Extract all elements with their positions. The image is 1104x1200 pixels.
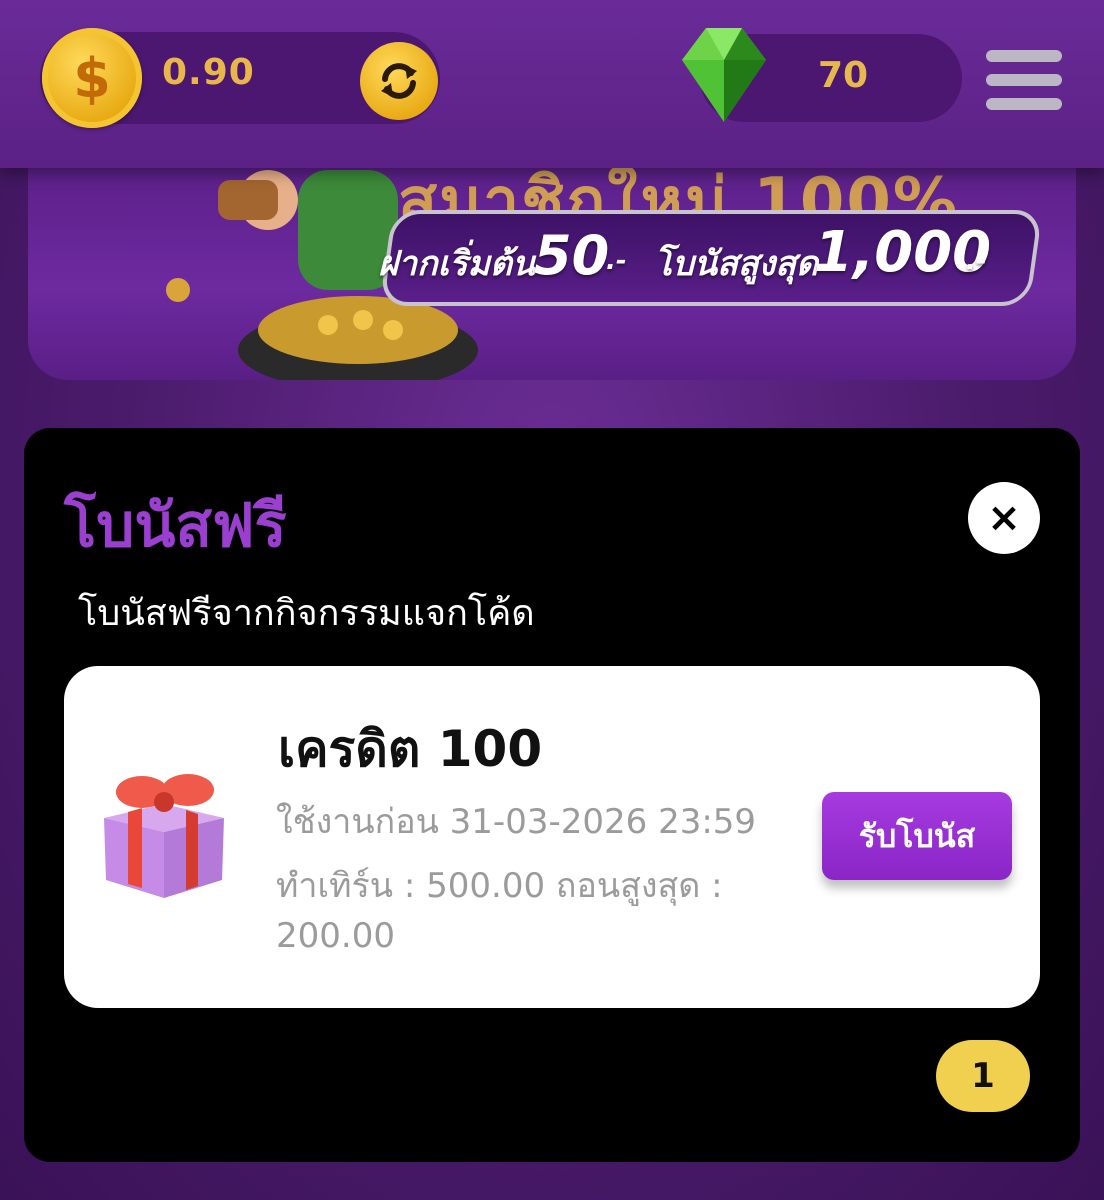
refresh-button[interactable] — [360, 42, 438, 120]
hamburger-menu-icon — [986, 74, 1062, 86]
max-bonus-label: โบนัสสูงสุด — [654, 244, 819, 284]
bonus-max-withdraw: 200.00 — [276, 916, 395, 956]
hamburger-menu-icon — [986, 98, 1062, 110]
gift-icon — [104, 774, 224, 898]
hamburger-menu-button[interactable] — [986, 46, 1062, 116]
refresh-icon — [381, 63, 417, 99]
bonus-expiry: ใช้งานก่อน 31-03-2026 23:59 — [276, 802, 757, 842]
deposit-value: 50 — [534, 224, 610, 287]
page-number-badge[interactable]: 1 — [936, 1040, 1030, 1112]
promo-banner[interactable]: สมาชิกใหม่ 100% ฝากเริ่มต้น 50 .- โบนัสส… — [28, 150, 1076, 380]
max-bonus-suffix: .- — [966, 246, 987, 276]
gem-value: 70 — [818, 55, 869, 96]
coin-icon: $ — [42, 28, 142, 128]
hamburger-menu-icon — [986, 50, 1062, 62]
modal-title: โบนัสฟรี — [64, 491, 287, 561]
close-button[interactable]: × — [968, 482, 1040, 554]
coin-symbol: $ — [73, 46, 111, 110]
deposit-label: ฝากเริ่มต้น — [378, 244, 536, 284]
close-icon: × — [987, 495, 1021, 541]
deposit-suffix: .- — [606, 246, 627, 276]
gem-icon — [682, 28, 766, 122]
bonus-title: เครดิต 100 — [278, 720, 543, 778]
bonus-turnover: ทำเทิร์น : 500.00 ถอนสูงสุด : — [276, 866, 723, 906]
max-bonus-value: 1,000 — [814, 220, 992, 285]
modal-subtitle: โบนัสฟรีจากกิจกรรมแจกโค้ด — [78, 593, 535, 634]
claim-bonus-button[interactable]: รับโบนัส — [822, 792, 1012, 880]
top-bar: $ 0.90 70 — [0, 0, 1104, 168]
balance-value: 0.90 — [162, 52, 255, 93]
